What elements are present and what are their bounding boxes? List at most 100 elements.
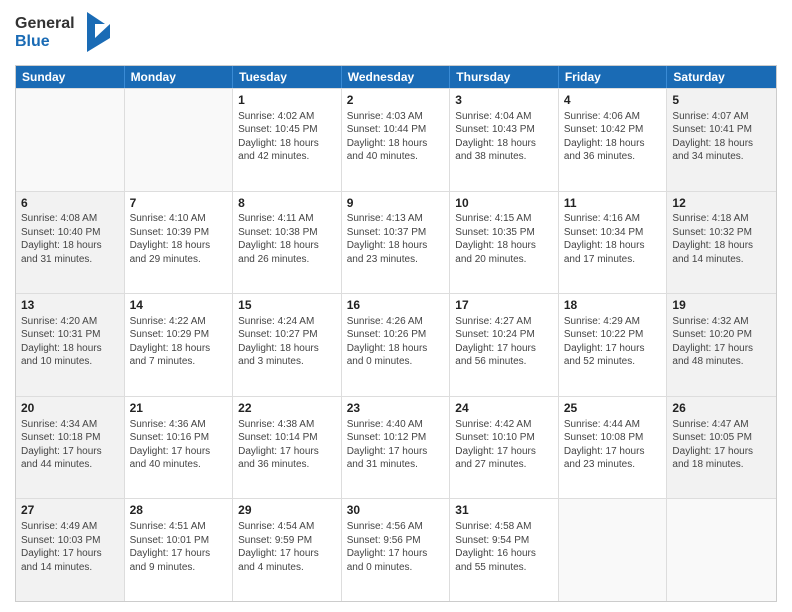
- calendar-body: 1Sunrise: 4:02 AM Sunset: 10:45 PM Dayli…: [16, 88, 776, 601]
- calendar-day-empty: [125, 89, 234, 191]
- day-number: 5: [672, 92, 771, 109]
- day-number: 1: [238, 92, 336, 109]
- day-number: 26: [672, 400, 771, 417]
- calendar-week-3: 13Sunrise: 4:20 AM Sunset: 10:31 PM Dayl…: [16, 293, 776, 396]
- calendar-day-20: 20Sunrise: 4:34 AM Sunset: 10:18 PM Dayl…: [16, 397, 125, 499]
- calendar-day-22: 22Sunrise: 4:38 AM Sunset: 10:14 PM Dayl…: [233, 397, 342, 499]
- day-info: Sunrise: 4:08 AM Sunset: 10:40 PM Daylig…: [21, 212, 119, 266]
- day-info: Sunrise: 4:13 AM Sunset: 10:37 PM Daylig…: [347, 212, 445, 266]
- day-info: Sunrise: 4:34 AM Sunset: 10:18 PM Daylig…: [21, 418, 119, 472]
- calendar-header-row: SundayMondayTuesdayWednesdayThursdayFrid…: [16, 66, 776, 88]
- calendar-day-11: 11Sunrise: 4:16 AM Sunset: 10:34 PM Dayl…: [559, 192, 668, 294]
- day-number: 6: [21, 195, 119, 212]
- day-number: 27: [21, 502, 119, 519]
- calendar-day-28: 28Sunrise: 4:51 AM Sunset: 10:01 PM Dayl…: [125, 499, 234, 601]
- header-cell-tuesday: Tuesday: [233, 66, 342, 88]
- day-info: Sunrise: 4:49 AM Sunset: 10:03 PM Daylig…: [21, 520, 119, 574]
- calendar-day-9: 9Sunrise: 4:13 AM Sunset: 10:37 PM Dayli…: [342, 192, 451, 294]
- calendar-day-12: 12Sunrise: 4:18 AM Sunset: 10:32 PM Dayl…: [667, 192, 776, 294]
- calendar-week-1: 1Sunrise: 4:02 AM Sunset: 10:45 PM Dayli…: [16, 88, 776, 191]
- calendar-day-empty: [559, 499, 668, 601]
- header-cell-saturday: Saturday: [667, 66, 776, 88]
- day-info: Sunrise: 4:20 AM Sunset: 10:31 PM Daylig…: [21, 315, 119, 369]
- svg-text:Blue: Blue: [15, 33, 50, 50]
- calendar-day-27: 27Sunrise: 4:49 AM Sunset: 10:03 PM Dayl…: [16, 499, 125, 601]
- calendar-day-13: 13Sunrise: 4:20 AM Sunset: 10:31 PM Dayl…: [16, 294, 125, 396]
- svg-text:General: General: [15, 15, 75, 32]
- day-number: 2: [347, 92, 445, 109]
- calendar-day-empty: [16, 89, 125, 191]
- calendar-day-19: 19Sunrise: 4:32 AM Sunset: 10:20 PM Dayl…: [667, 294, 776, 396]
- day-number: 21: [130, 400, 228, 417]
- day-info: Sunrise: 4:36 AM Sunset: 10:16 PM Daylig…: [130, 418, 228, 472]
- calendar-day-26: 26Sunrise: 4:47 AM Sunset: 10:05 PM Dayl…: [667, 397, 776, 499]
- day-info: Sunrise: 4:58 AM Sunset: 9:54 PM Dayligh…: [455, 520, 553, 574]
- calendar-day-29: 29Sunrise: 4:54 AM Sunset: 9:59 PM Dayli…: [233, 499, 342, 601]
- day-number: 7: [130, 195, 228, 212]
- header-cell-sunday: Sunday: [16, 66, 125, 88]
- day-info: Sunrise: 4:26 AM Sunset: 10:26 PM Daylig…: [347, 315, 445, 369]
- logo: General Blue: [15, 10, 110, 57]
- header-cell-thursday: Thursday: [450, 66, 559, 88]
- day-info: Sunrise: 4:54 AM Sunset: 9:59 PM Dayligh…: [238, 520, 336, 574]
- day-number: 19: [672, 297, 771, 314]
- day-info: Sunrise: 4:32 AM Sunset: 10:20 PM Daylig…: [672, 315, 771, 369]
- calendar-day-30: 30Sunrise: 4:56 AM Sunset: 9:56 PM Dayli…: [342, 499, 451, 601]
- day-info: Sunrise: 4:42 AM Sunset: 10:10 PM Daylig…: [455, 418, 553, 472]
- calendar-day-14: 14Sunrise: 4:22 AM Sunset: 10:29 PM Dayl…: [125, 294, 234, 396]
- day-info: Sunrise: 4:22 AM Sunset: 10:29 PM Daylig…: [130, 315, 228, 369]
- calendar-day-21: 21Sunrise: 4:36 AM Sunset: 10:16 PM Dayl…: [125, 397, 234, 499]
- day-number: 15: [238, 297, 336, 314]
- calendar-day-16: 16Sunrise: 4:26 AM Sunset: 10:26 PM Dayl…: [342, 294, 451, 396]
- day-info: Sunrise: 4:06 AM Sunset: 10:42 PM Daylig…: [564, 110, 662, 164]
- calendar-day-18: 18Sunrise: 4:29 AM Sunset: 10:22 PM Dayl…: [559, 294, 668, 396]
- day-number: 13: [21, 297, 119, 314]
- day-number: 31: [455, 502, 553, 519]
- page: General Blue SundayMondayTuesdayWednesda…: [0, 0, 792, 612]
- day-number: 4: [564, 92, 662, 109]
- day-info: Sunrise: 4:04 AM Sunset: 10:43 PM Daylig…: [455, 110, 553, 164]
- calendar-day-6: 6Sunrise: 4:08 AM Sunset: 10:40 PM Dayli…: [16, 192, 125, 294]
- day-number: 25: [564, 400, 662, 417]
- day-info: Sunrise: 4:44 AM Sunset: 10:08 PM Daylig…: [564, 418, 662, 472]
- calendar-day-2: 2Sunrise: 4:03 AM Sunset: 10:44 PM Dayli…: [342, 89, 451, 191]
- day-number: 20: [21, 400, 119, 417]
- day-info: Sunrise: 4:11 AM Sunset: 10:38 PM Daylig…: [238, 212, 336, 266]
- calendar-day-8: 8Sunrise: 4:11 AM Sunset: 10:38 PM Dayli…: [233, 192, 342, 294]
- header: General Blue: [15, 10, 777, 57]
- day-number: 29: [238, 502, 336, 519]
- day-number: 9: [347, 195, 445, 212]
- day-number: 17: [455, 297, 553, 314]
- day-number: 8: [238, 195, 336, 212]
- calendar-day-10: 10Sunrise: 4:15 AM Sunset: 10:35 PM Dayl…: [450, 192, 559, 294]
- day-info: Sunrise: 4:03 AM Sunset: 10:44 PM Daylig…: [347, 110, 445, 164]
- day-number: 30: [347, 502, 445, 519]
- calendar-week-4: 20Sunrise: 4:34 AM Sunset: 10:18 PM Dayl…: [16, 396, 776, 499]
- day-number: 18: [564, 297, 662, 314]
- header-cell-wednesday: Wednesday: [342, 66, 451, 88]
- calendar-day-15: 15Sunrise: 4:24 AM Sunset: 10:27 PM Dayl…: [233, 294, 342, 396]
- header-cell-monday: Monday: [125, 66, 234, 88]
- calendar-week-5: 27Sunrise: 4:49 AM Sunset: 10:03 PM Dayl…: [16, 498, 776, 601]
- calendar-day-7: 7Sunrise: 4:10 AM Sunset: 10:39 PM Dayli…: [125, 192, 234, 294]
- day-info: Sunrise: 4:40 AM Sunset: 10:12 PM Daylig…: [347, 418, 445, 472]
- day-info: Sunrise: 4:07 AM Sunset: 10:41 PM Daylig…: [672, 110, 771, 164]
- day-number: 24: [455, 400, 553, 417]
- calendar-day-3: 3Sunrise: 4:04 AM Sunset: 10:43 PM Dayli…: [450, 89, 559, 191]
- calendar-day-4: 4Sunrise: 4:06 AM Sunset: 10:42 PM Dayli…: [559, 89, 668, 191]
- calendar-day-23: 23Sunrise: 4:40 AM Sunset: 10:12 PM Dayl…: [342, 397, 451, 499]
- day-info: Sunrise: 4:47 AM Sunset: 10:05 PM Daylig…: [672, 418, 771, 472]
- day-info: Sunrise: 4:18 AM Sunset: 10:32 PM Daylig…: [672, 212, 771, 266]
- calendar-week-2: 6Sunrise: 4:08 AM Sunset: 10:40 PM Dayli…: [16, 191, 776, 294]
- day-info: Sunrise: 4:29 AM Sunset: 10:22 PM Daylig…: [564, 315, 662, 369]
- day-info: Sunrise: 4:24 AM Sunset: 10:27 PM Daylig…: [238, 315, 336, 369]
- calendar-day-25: 25Sunrise: 4:44 AM Sunset: 10:08 PM Dayl…: [559, 397, 668, 499]
- calendar-day-31: 31Sunrise: 4:58 AM Sunset: 9:54 PM Dayli…: [450, 499, 559, 601]
- day-number: 22: [238, 400, 336, 417]
- day-number: 12: [672, 195, 771, 212]
- day-info: Sunrise: 4:38 AM Sunset: 10:14 PM Daylig…: [238, 418, 336, 472]
- day-info: Sunrise: 4:56 AM Sunset: 9:56 PM Dayligh…: [347, 520, 445, 574]
- day-number: 28: [130, 502, 228, 519]
- day-number: 3: [455, 92, 553, 109]
- calendar-day-17: 17Sunrise: 4:27 AM Sunset: 10:24 PM Dayl…: [450, 294, 559, 396]
